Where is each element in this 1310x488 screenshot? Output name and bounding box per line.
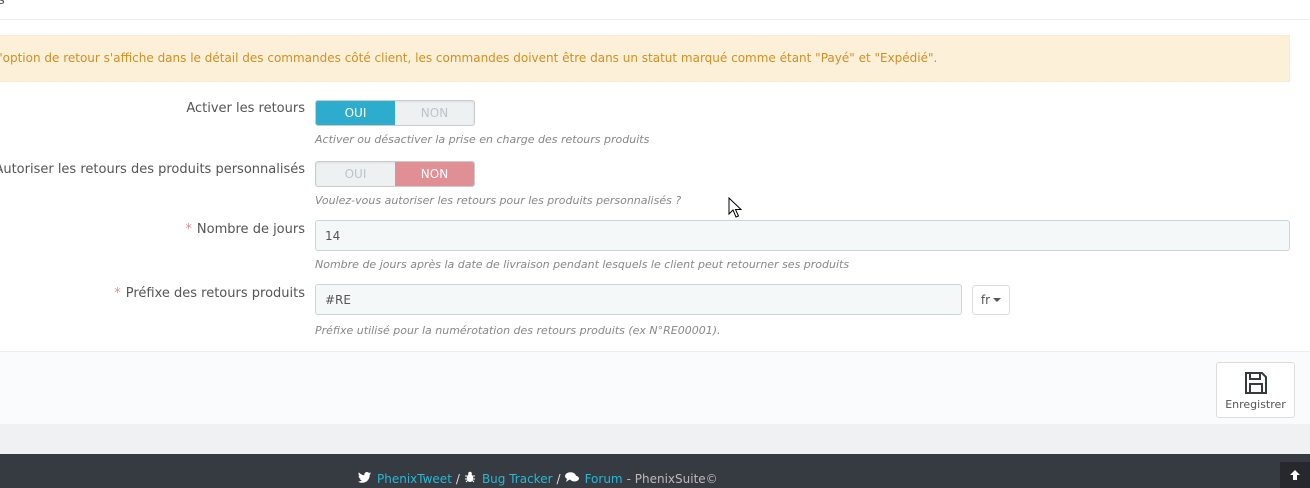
bug-tracker-link[interactable]: Bug Tracker xyxy=(482,472,553,486)
custom-returns-switch[interactable]: OUI NON xyxy=(315,161,475,187)
returns-panel: s l'option de retour s'affiche dans le d… xyxy=(0,0,1310,424)
enable-returns-label: Activer les retours xyxy=(186,101,305,116)
bug-icon xyxy=(464,471,476,486)
bottom-bar: PhenixTweet / Bug Tracker / Forum - Phen… xyxy=(0,454,1310,488)
mouse-pointer-icon xyxy=(728,197,742,218)
language-code: fr xyxy=(980,293,991,307)
caret-down-icon xyxy=(993,298,1002,302)
custom-returns-yes[interactable]: OUI xyxy=(316,162,395,186)
prefix-input[interactable] xyxy=(315,284,962,315)
enable-returns-switch[interactable]: OUI NON xyxy=(315,100,475,126)
enable-returns-yes[interactable]: OUI xyxy=(316,101,395,125)
panel-heading: s xyxy=(0,0,1310,20)
days-label-text: Nombre de jours xyxy=(196,222,305,237)
separator: / xyxy=(556,471,561,486)
warning-alert: l'option de retour s'affiche dans le dét… xyxy=(0,35,1290,82)
panel-footer: Enregistrer xyxy=(0,351,1310,424)
alert-text: l'option de retour s'affiche dans le dét… xyxy=(0,51,938,65)
enable-returns-help: Activer ou désactiver la prise en charge… xyxy=(315,133,650,146)
days-label: * Nombre de jours xyxy=(185,222,305,237)
floppy-disk-icon xyxy=(1244,371,1267,394)
save-label: Enregistrer xyxy=(1225,397,1286,411)
scroll-top-button[interactable] xyxy=(1280,462,1310,488)
custom-returns-no[interactable]: NON xyxy=(395,162,474,186)
prefix-label-text: Préfixe des retours produits xyxy=(125,286,305,301)
panel-title: s xyxy=(0,0,5,8)
save-button[interactable]: Enregistrer xyxy=(1216,362,1295,418)
prefix-help: Préfixe utilisé pour la numérotation des… xyxy=(315,324,721,337)
days-input[interactable] xyxy=(315,220,1290,251)
suite-text: - PhenixSuite© xyxy=(626,471,718,486)
language-dropdown[interactable]: fr xyxy=(972,285,1010,315)
footer-links: PhenixTweet / Bug Tracker / Forum - Phen… xyxy=(358,471,718,486)
days-help: Nombre de jours après la date de livrais… xyxy=(315,258,850,271)
twitter-icon xyxy=(358,471,371,486)
custom-returns-label: Autoriser les retours des produits perso… xyxy=(0,162,305,177)
phenixtweet-link[interactable]: PhenixTweet xyxy=(377,472,452,486)
prefix-label: * Préfixe des retours produits xyxy=(114,286,305,301)
comments-icon xyxy=(564,471,579,486)
custom-returns-help: Voulez-vous autoriser les retours pour l… xyxy=(315,194,682,207)
separator: / xyxy=(455,471,460,486)
required-mark: * xyxy=(114,286,121,301)
enable-returns-no[interactable]: NON xyxy=(395,101,474,125)
required-mark: * xyxy=(185,222,192,237)
forum-link[interactable]: Forum xyxy=(585,472,623,486)
arrow-up-icon xyxy=(1290,470,1300,480)
